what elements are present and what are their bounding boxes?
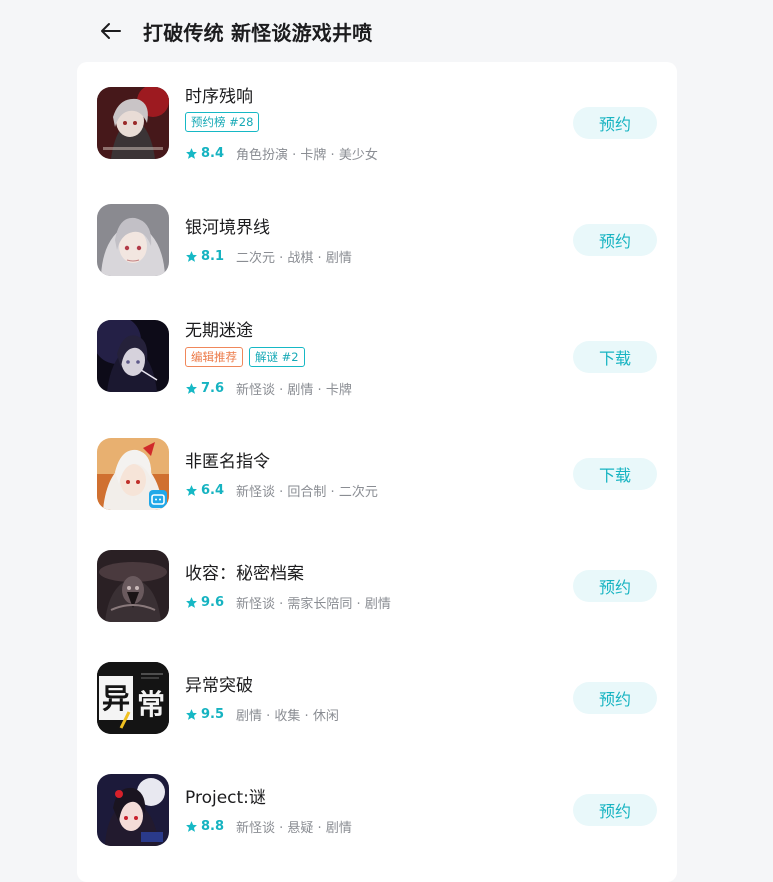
game-list: 时序残响 预约榜 #28 8.4 角色扮演 · 卡牌 · 美少女 预约 银河境界… bbox=[77, 62, 677, 882]
game-icon[interactable] bbox=[97, 87, 169, 159]
game-name[interactable]: 非匿名指令 bbox=[185, 447, 270, 472]
game-icon[interactable] bbox=[97, 774, 169, 846]
game-icon[interactable] bbox=[97, 320, 169, 392]
rating: 8.8 bbox=[201, 819, 225, 834]
list-item[interactable]: 收容：秘密档案 9.6 新怪谈 · 需家长陪同 · 剧情 预约 bbox=[77, 548, 677, 638]
rating: 9.6 bbox=[201, 595, 225, 610]
game-name[interactable]: Project:谜 bbox=[185, 783, 266, 808]
genres: 新怪谈 · 需家长陪同 · 剧情 bbox=[236, 597, 391, 612]
genres: 二次元 · 战棋 · 剧情 bbox=[236, 251, 352, 266]
tag-list: 编辑推荐 解谜 #2 bbox=[185, 347, 305, 367]
rank-tag[interactable]: 解谜 #2 bbox=[249, 347, 305, 367]
rating: 8.4 bbox=[201, 146, 225, 161]
back-button[interactable] bbox=[98, 18, 124, 44]
rating: 6.4 bbox=[201, 483, 225, 498]
game-meta: 9.5 剧情 · 收集 · 休闲 bbox=[185, 705, 339, 724]
arrow-left-icon bbox=[101, 23, 121, 39]
star-icon bbox=[186, 251, 197, 262]
list-item[interactable]: 无期迷途 编辑推荐 解谜 #2 7.6 新怪谈 · 剧情 · 卡牌 下载 bbox=[77, 316, 677, 406]
genres: 剧情 · 收集 · 休闲 bbox=[236, 709, 339, 724]
game-meta: 6.4 新怪谈 · 回合制 · 二次元 bbox=[185, 481, 378, 500]
star-icon bbox=[186, 485, 197, 496]
reserve-button[interactable]: 预约 bbox=[573, 107, 657, 139]
game-meta: 9.6 新怪谈 · 需家长陪同 · 剧情 bbox=[185, 593, 391, 612]
game-meta: 8.8 新怪谈 · 悬疑 · 剧情 bbox=[185, 817, 352, 836]
game-meta: 8.1 二次元 · 战棋 · 剧情 bbox=[185, 247, 352, 266]
list-item[interactable]: 异 常 异常突破 9.5 剧情 · 收集 · 休闲 预约 bbox=[77, 660, 677, 750]
list-item[interactable]: Project:谜 8.8 新怪谈 · 悬疑 · 剧情 预约 bbox=[77, 772, 677, 862]
star-icon bbox=[186, 383, 197, 394]
game-name[interactable]: 异常突破 bbox=[185, 671, 253, 696]
game-icon[interactable]: 异 常 bbox=[97, 662, 169, 734]
rank-tag[interactable]: 预约榜 #28 bbox=[185, 112, 260, 132]
list-item[interactable]: 银河境界线 8.1 二次元 · 战棋 · 剧情 预约 bbox=[77, 202, 677, 292]
game-icon[interactable] bbox=[97, 438, 169, 510]
rating: 8.1 bbox=[201, 249, 225, 264]
reserve-button[interactable]: 预约 bbox=[573, 224, 657, 256]
header: 打破传统 新怪谈游戏井喷 bbox=[0, 0, 773, 62]
genres: 角色扮演 · 卡牌 · 美少女 bbox=[236, 148, 378, 163]
list-item[interactable]: 非匿名指令 6.4 新怪谈 · 回合制 · 二次元 下载 bbox=[77, 436, 677, 526]
genres: 新怪谈 · 剧情 · 卡牌 bbox=[236, 383, 352, 398]
game-name[interactable]: 无期迷途 bbox=[185, 316, 253, 341]
reserve-button[interactable]: 预约 bbox=[573, 682, 657, 714]
icon-char-2: 常 bbox=[137, 688, 165, 721]
list-item[interactable]: 时序残响 预约榜 #28 8.4 角色扮演 · 卡牌 · 美少女 预约 bbox=[77, 82, 677, 172]
icon-char-1: 异 bbox=[102, 682, 130, 715]
star-icon bbox=[186, 709, 197, 720]
game-meta: 8.4 角色扮演 · 卡牌 · 美少女 bbox=[185, 144, 378, 163]
game-name[interactable]: 收容：秘密档案 bbox=[185, 559, 304, 584]
game-name[interactable]: 银河境界线 bbox=[185, 213, 270, 238]
reserve-button[interactable]: 预约 bbox=[573, 794, 657, 826]
tag-list: 预约榜 #28 bbox=[185, 112, 260, 132]
genres: 新怪谈 · 回合制 · 二次元 bbox=[236, 485, 378, 500]
star-icon bbox=[186, 821, 197, 832]
star-icon bbox=[186, 148, 197, 159]
game-name[interactable]: 时序残响 bbox=[185, 82, 253, 107]
star-icon bbox=[186, 597, 197, 608]
rating: 9.5 bbox=[201, 707, 225, 722]
download-button[interactable]: 下载 bbox=[573, 341, 657, 373]
game-meta: 7.6 新怪谈 · 剧情 · 卡牌 bbox=[185, 379, 352, 398]
game-icon[interactable] bbox=[97, 204, 169, 276]
page-title: 打破传统 新怪谈游戏井喷 bbox=[143, 21, 373, 45]
rating: 7.6 bbox=[201, 381, 225, 396]
game-icon[interactable] bbox=[97, 550, 169, 622]
download-button[interactable]: 下载 bbox=[573, 458, 657, 490]
editor-pick-tag[interactable]: 编辑推荐 bbox=[185, 347, 243, 367]
reserve-button[interactable]: 预约 bbox=[573, 570, 657, 602]
genres: 新怪谈 · 悬疑 · 剧情 bbox=[236, 821, 352, 836]
